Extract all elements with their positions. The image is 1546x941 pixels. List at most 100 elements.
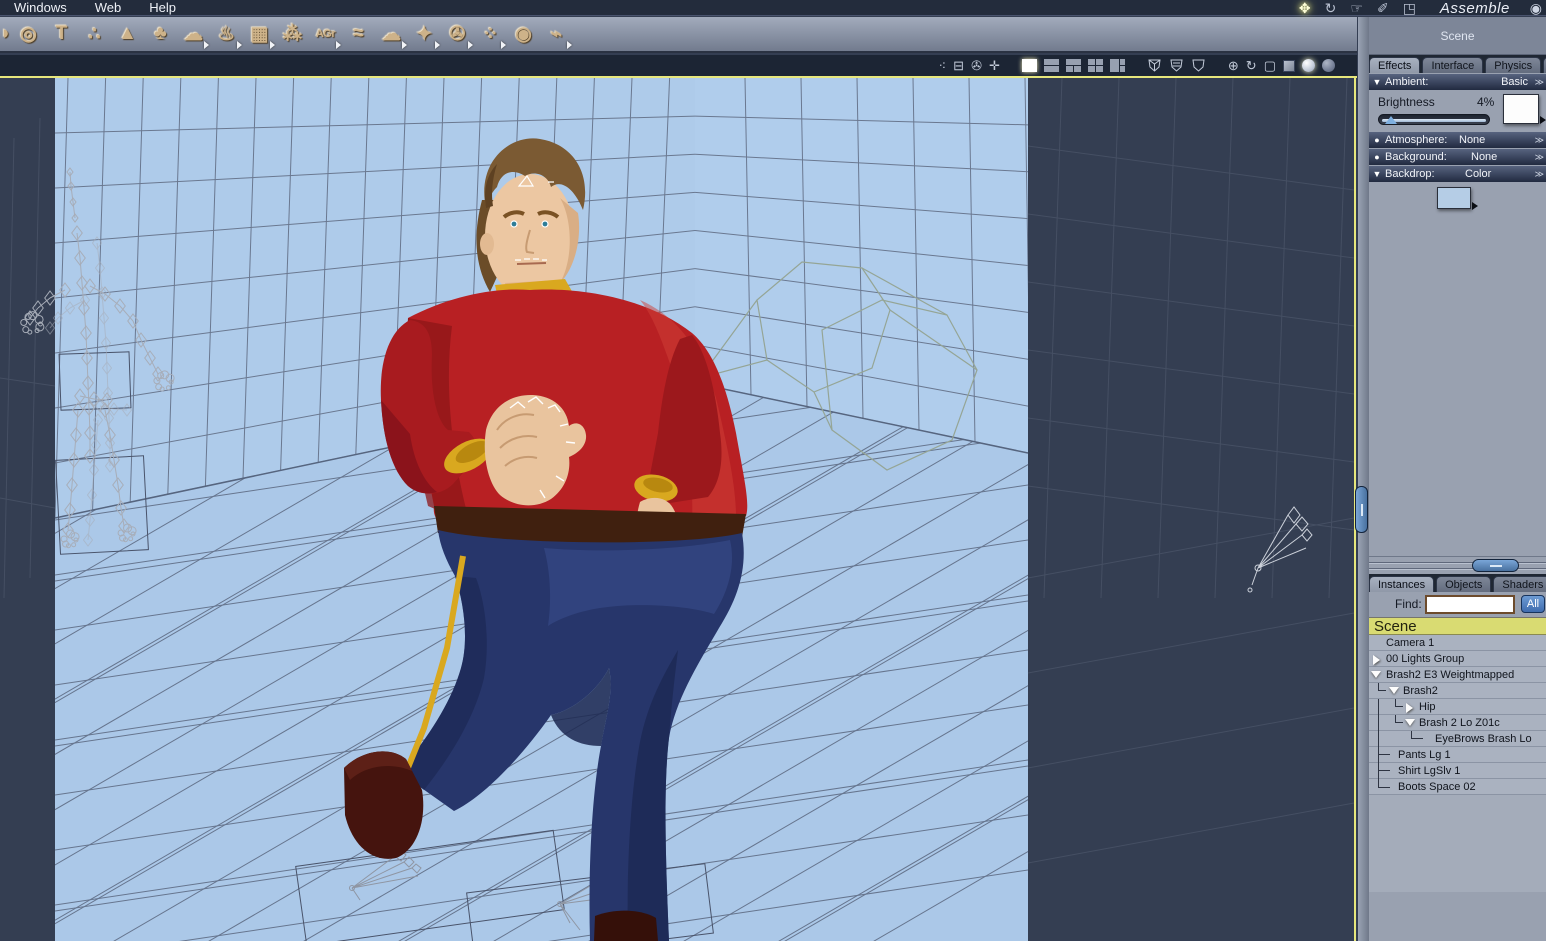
slider-thumb[interactable] [1385,116,1397,124]
wire-cube-icon[interactable]: ▢ [1264,58,1276,73]
swatch-arrow-icon[interactable] [1540,116,1546,124]
expand-right-icon[interactable] [1373,655,1380,665]
tab-shaders[interactable]: Shaders [1493,576,1546,592]
smooth-shade-sphere-icon[interactable] [1302,59,1315,72]
eye-icon[interactable]: ◉ [1530,0,1542,17]
camera-frame-border-top [0,76,1357,78]
auto-group-icon[interactable]: AGr [309,19,342,49]
tab-instances[interactable]: Instances [1369,576,1435,592]
tree-row-brash2[interactable]: Brash2 [1369,683,1546,699]
tree-row-hip[interactable]: Hip [1369,699,1546,715]
fog-icon[interactable]: ☁ [375,19,408,49]
target-icon[interactable]: ◉ [507,19,540,49]
pen-icon[interactable]: ✐ [1377,1,1389,15]
bullet-icon: ● [1374,135,1380,145]
flyout-arrow-icon [567,41,572,49]
box-room-icon[interactable]: ◳ [1403,1,1416,15]
movie-camera-icon[interactable]: ✇ [441,19,474,49]
backdrop-value[interactable]: Color [1465,168,1491,180]
find-all-button[interactable]: All [1521,595,1545,613]
background-section-header[interactable]: ● Background: None ≫ [1369,149,1546,165]
ambient-section-header[interactable]: ▼ Ambient: Basic ≫ [1369,74,1546,90]
tree-row-pants[interactable]: Pants Lg 1 [1369,747,1546,763]
tab-effects[interactable]: Effects [1369,57,1421,73]
background-value[interactable]: None [1471,151,1497,163]
camera-view-icon[interactable]: ✇ [971,58,982,73]
menu-web[interactable]: Web [81,0,136,16]
checker-plate-icon[interactable]: ▦ [243,19,276,49]
ambient-mode-value[interactable]: Basic [1501,76,1528,88]
tab-physics[interactable]: Physics [1485,57,1542,73]
layout-single-icon[interactable] [1021,59,1037,72]
tree-row-boots[interactable]: Boots Space 02 [1369,779,1546,795]
tree-row-eyebrows[interactable]: EyeBrows Brash Lo [1369,731,1546,747]
expand-down-icon[interactable] [1389,687,1399,694]
find-input[interactable] [1425,595,1515,614]
drawer-handle-vertical[interactable] [1355,486,1368,533]
viewport-3d-canvas[interactable] [0,76,1357,941]
spotlight-icon[interactable]: ✦ [408,19,441,49]
gizmo-icon[interactable]: ✛ [989,58,1000,73]
backdrop-section-header[interactable]: ▼ Backdrop: Color ≫ [1369,166,1546,182]
tree-row-shirt[interactable]: Shirt LgSlv 1 [1369,763,1546,779]
layout-big-small-icon[interactable] [1109,59,1125,72]
menu-help[interactable]: Help [135,0,190,16]
tree-row-brash-2-lo[interactable]: Brash 2 Lo Z01c [1369,715,1546,731]
menu-windows[interactable]: Windows [0,0,81,16]
grass-icon[interactable]: ⁂ [276,19,309,49]
ocean-icon[interactable]: ≈ [342,19,375,49]
bone-icon[interactable]: ⌁ [540,19,573,49]
tree-row-lights-group[interactable]: 00 Lights Group [1369,651,1546,667]
crowd-icon[interactable]: ⁘ [474,19,507,49]
camera-glyph: ✇ [449,23,466,45]
expand-down-icon[interactable] [1371,671,1381,678]
scene-root-row[interactable]: Scene [1369,617,1546,635]
rotate-hand-icon[interactable]: ↻ [1325,1,1337,15]
chevron-icon[interactable]: ≫ [1535,169,1544,180]
tab-interface[interactable]: Interface [1422,57,1484,73]
cloud-icon[interactable]: ☁ [177,19,210,49]
layout-split-h-icon[interactable] [1043,59,1059,72]
particle-sphere-icon[interactable]: ⁖ [939,58,947,73]
chevron-icon[interactable]: ≫ [1535,77,1544,88]
tree-row-brash2-e3[interactable]: Brash2 E3 Weightmapped [1369,667,1546,683]
direction-sphere-icon[interactable]: ⊕ [1228,58,1239,73]
point-hand-icon[interactable]: ☞ [1350,1,1363,15]
fire-icon[interactable]: ♨ [210,19,243,49]
tab-objects[interactable]: Objects [1436,576,1492,592]
node-tree-icon[interactable]: ⊟ [953,58,964,73]
terrain-icon[interactable]: ▲ [111,19,144,49]
production-frame-3-icon[interactable] [1191,58,1206,73]
panel-divider[interactable] [1357,17,1369,941]
tree-row-camera-1[interactable]: Camera 1 [1369,635,1546,651]
swatch-arrow-icon[interactable] [1472,202,1478,210]
production-frame-icon[interactable] [1147,58,1162,73]
chevron-icon[interactable]: ≫ [1535,152,1544,163]
collapse-triangle-icon[interactable]: ▼ [1369,77,1385,87]
pan-hand-icon[interactable]: ✥ [1299,1,1311,15]
atmosphere-section-header[interactable]: ● Atmosphere: None ≫ [1369,132,1546,148]
panel-splitter[interactable] [1357,556,1546,574]
expand-right-icon[interactable] [1406,703,1413,713]
layout-grid-4-icon[interactable] [1087,59,1103,72]
drawer-handle-horizontal[interactable] [1472,559,1519,572]
layout-split-mixed-icon[interactable] [1065,59,1081,72]
backdrop-color-swatch[interactable] [1437,187,1471,209]
rotate-tool-icon[interactable]: ◎ [12,19,45,49]
chevron-icon[interactable]: ≫ [1535,135,1544,146]
clipped-tool-icon[interactable]: ◗ [0,19,12,49]
brightness-slider[interactable] [1378,114,1490,125]
atmosphere-label: Atmosphere: [1385,134,1448,146]
ambient-color-swatch[interactable] [1503,94,1539,124]
flat-shade-cube-icon[interactable] [1283,59,1295,72]
brightness-label: Brightness [1378,95,1435,109]
collapse-triangle-icon[interactable]: ▼ [1369,169,1385,179]
text-tool-icon[interactable]: T [45,19,78,49]
tree-icon[interactable]: ♣ [144,19,177,49]
rotation-icon[interactable]: ↻ [1246,58,1257,73]
atmosphere-value[interactable]: None [1459,134,1485,146]
particles-icon[interactable]: ∴ [78,19,111,49]
expand-down-icon[interactable] [1405,719,1415,726]
textured-sphere-icon[interactable] [1322,59,1335,72]
production-frame-2-icon[interactable] [1169,58,1184,73]
